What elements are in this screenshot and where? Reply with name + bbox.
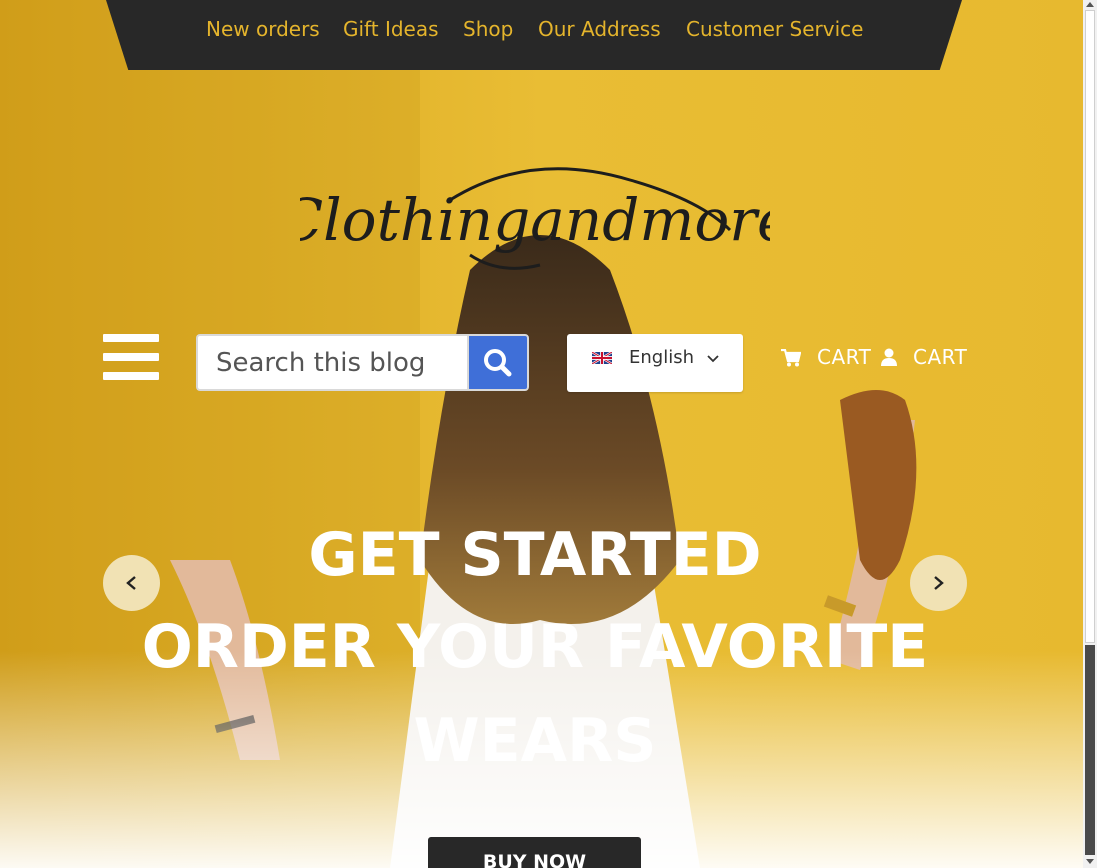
cart-link[interactable]: CART [817,345,871,369]
nav-item-shop[interactable]: Shop [463,14,513,44]
svg-text:Clothingandmore: Clothingandmore [300,186,770,254]
scroll-up-arrow-icon[interactable] [1086,2,1094,7]
buy-now-button[interactable]: BUY NOW [428,837,641,868]
hero-headline-line-3: WEARS [413,706,657,776]
vertical-scrollbar[interactable] [1083,0,1097,868]
language-label: English [629,347,694,368]
site-logo[interactable]: Clothingandmore [300,160,770,280]
search-button[interactable] [467,334,529,391]
hero-headline-line-2: ORDER YOUR FAVORITE [141,612,929,682]
scrollbar-thumb[interactable] [1085,10,1095,643]
shopping-cart-icon[interactable] [781,349,801,367]
nav-item-our-address[interactable]: Our Address [538,14,661,44]
page: New orders Gift Ideas Shop Our Address C… [0,0,1097,868]
nav-item-new-orders[interactable]: New orders [206,14,320,44]
hero-headline-line-1: GET STARTED [308,520,762,590]
language-select[interactable]: English [567,334,743,392]
uk-flag-icon [592,352,612,364]
hamburger-menu-icon[interactable] [103,334,159,380]
user-icon[interactable] [881,348,897,366]
search-icon [484,349,512,377]
account-cart-link[interactable]: CART [913,345,967,369]
search-input[interactable] [196,334,468,391]
chevron-down-icon [707,355,719,363]
scroll-down-arrow-icon[interactable] [1086,859,1094,864]
nav-item-gift-ideas[interactable]: Gift Ideas [343,14,439,44]
scrollbar-track [1085,645,1095,855]
nav-item-customer-service[interactable]: Customer Service [686,14,863,44]
